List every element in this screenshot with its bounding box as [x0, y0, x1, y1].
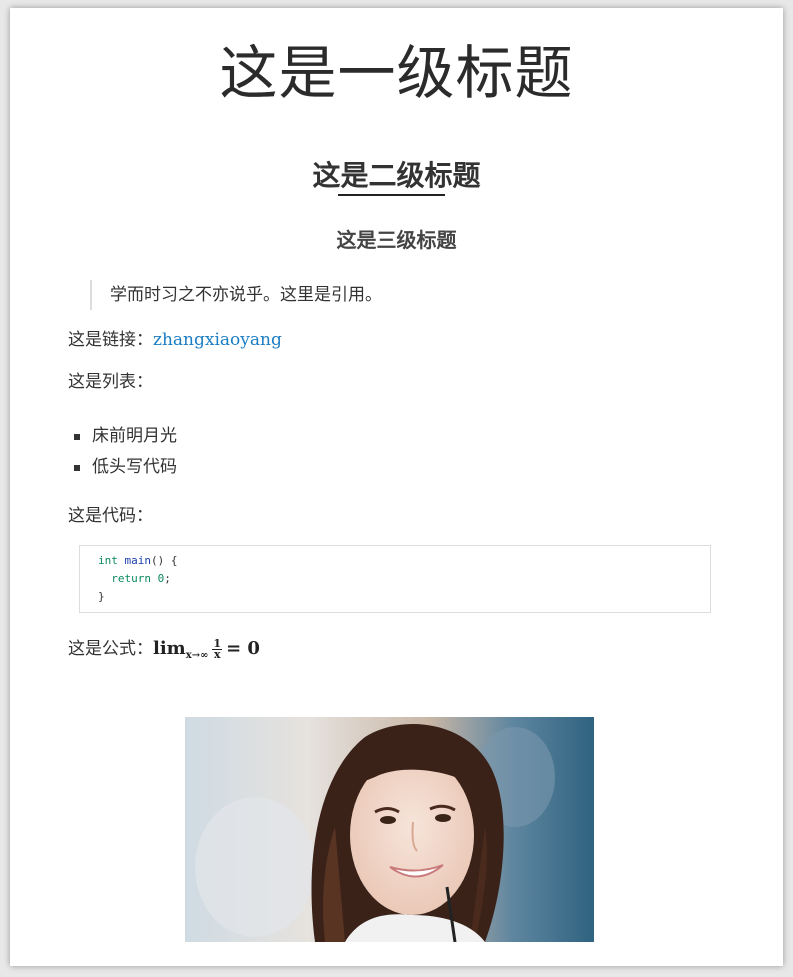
code-type-keyword: int — [98, 554, 118, 567]
list-item: 床前明月光 — [72, 421, 177, 452]
code-line-2: return 0; — [98, 570, 710, 588]
formula-fraction: 1x — [212, 638, 223, 661]
code-semicolon: ; — [164, 572, 171, 585]
list-item-text: 低头写代码 — [92, 457, 177, 477]
author-link[interactable]: zhangxiaoyang — [153, 330, 282, 350]
list-label: 这是列表： — [68, 372, 153, 392]
formula-lim: lim — [153, 638, 186, 659]
formula-paragraph: 这是公式：limx→∞ 1 x = 0 — [68, 637, 260, 668]
math-formula: limx→∞ 1 x = 0 — [153, 638, 260, 661]
list-item: 低头写代码 — [72, 452, 177, 483]
code-block[interactable]: int main() { return 0; } — [79, 545, 711, 613]
bullet-icon — [74, 465, 80, 471]
code-return-keyword: return — [111, 572, 151, 585]
formula-label: 这是公式： — [68, 639, 153, 659]
link-label: 这是链接： — [68, 330, 153, 350]
heading-level-2-wrapper: 这是二级标题 — [10, 154, 783, 198]
code-line-3: } — [98, 590, 105, 603]
heading-level-1: 这是一级标题 — [219, 39, 574, 107]
blockquote: 学而时习之不亦说乎。这里是引用。 — [90, 280, 382, 310]
list-item-text: 床前明月光 — [92, 426, 177, 446]
portrait-illustration — [185, 717, 594, 942]
document-page: 这是一级标题 这是二级标题 这是三级标题 学而时习之不亦说乎。这里是引用。 这是… — [10, 8, 783, 966]
bullet-icon — [74, 434, 80, 440]
formula-subscript: x→∞ — [185, 650, 209, 661]
bullet-list: 床前明月光 低头写代码 — [72, 421, 177, 483]
heading-level-3: 这是三级标题 — [336, 228, 457, 252]
code-label: 这是代码： — [68, 506, 153, 526]
code-function-name: main — [124, 554, 152, 567]
formula-denominator: x — [213, 648, 221, 661]
code-line-1: int main() { — [98, 552, 710, 570]
portrait-image — [185, 717, 594, 942]
formula-rest: = 0 — [226, 638, 260, 659]
code-signature-rest: () { — [151, 554, 178, 567]
link-paragraph: 这是链接：zhangxiaoyang — [68, 328, 282, 352]
heading-level-2-underline — [338, 194, 445, 196]
heading-level-2: 这是二级标题 — [312, 159, 481, 192]
